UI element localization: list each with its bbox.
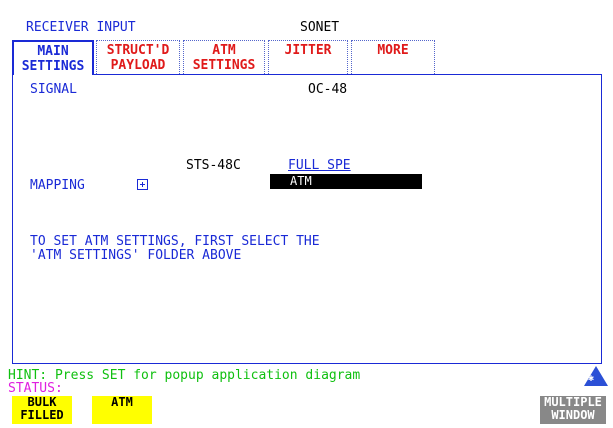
multi-label: WINDOW [551,408,595,422]
tab-atm-settings[interactable]: ATM SETTINGS [183,40,265,74]
instruction-line-2: 'ATM SETTINGS' FOLDER ABOVE [30,248,242,263]
instruction-line-1: TO SET ATM SETTINGS, FIRST SELECT THE [30,234,320,249]
multiple-window-button[interactable]: MULTIPLE WINDOW [540,396,606,424]
tab-label: MORE [377,43,409,58]
tab-label: SETTINGS [192,58,256,73]
softkey-label: FILLED [20,408,64,422]
tab-jitter[interactable]: JITTER [268,40,348,74]
main-panel [12,74,602,364]
softkey-label: ATM [111,395,133,409]
status-bulk-filled: BULK FILLED [12,396,72,424]
signal-label: SIGNAL [30,82,77,97]
page-title: RECEIVER INPUT [26,20,136,35]
tab-label: STRUCT'D [106,43,170,58]
mapping-type[interactable]: FULL SPE [288,158,351,173]
status-atm: ATM [92,396,152,424]
signal-value[interactable]: OC-48 [308,82,347,97]
mapping-value[interactable]: STS-48C [186,158,241,173]
tab-label: JITTER [284,43,332,58]
tab-structd-payload[interactable]: STRUCT'D PAYLOAD [96,40,180,74]
tab-label: MAIN [37,44,69,59]
tab-label: ATM [212,43,236,58]
tab-label: PAYLOAD [110,58,166,73]
tab-label: SETTINGS [21,59,85,74]
mode-label: SONET [300,20,340,35]
plus-box-icon[interactable] [137,179,148,190]
mapping-payload-field[interactable]: ATM [270,174,422,189]
tab-more[interactable]: MORE [351,40,435,74]
mapping-label: MAPPING [30,178,85,193]
star-glyph: ✱ [588,373,595,384]
status-label: STATUS: [8,381,63,396]
tab-main-settings[interactable]: MAIN SETTINGS [12,40,94,75]
